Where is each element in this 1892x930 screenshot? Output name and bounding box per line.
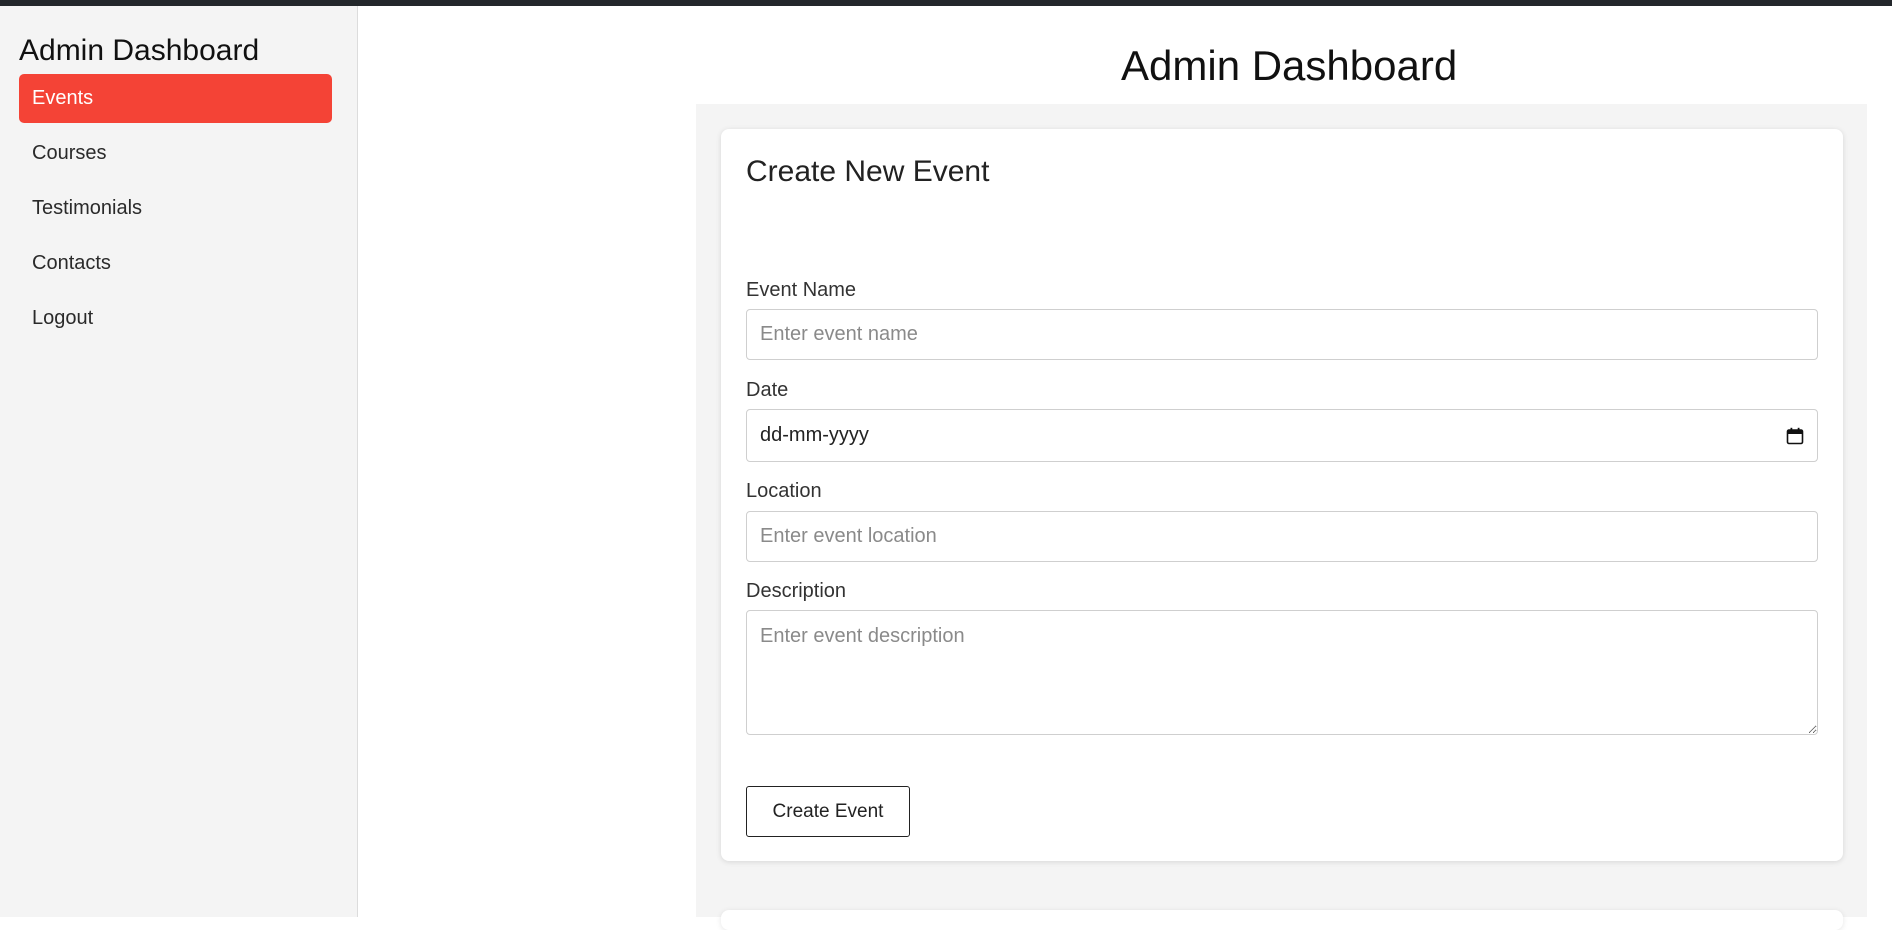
- date-label: Date: [746, 379, 789, 401]
- date-value: dd-mm-yyyy: [760, 424, 869, 446]
- sidebar-item-courses[interactable]: Courses: [19, 129, 332, 178]
- sidebar-item-logout[interactable]: Logout: [19, 294, 332, 343]
- card-title: Create New Event: [746, 155, 990, 188]
- description-label: Description: [746, 580, 847, 602]
- location-label: Location: [746, 480, 822, 502]
- sidebar-item-testimonials[interactable]: Testimonials: [19, 184, 332, 233]
- page-title: Admin Dashboard: [1121, 42, 1458, 89]
- location-input[interactable]: [746, 511, 1818, 562]
- event-name-input[interactable]: [746, 309, 1818, 360]
- sidebar-nav: Events Courses Testimonials Contacts Log…: [19, 74, 332, 349]
- date-input[interactable]: dd-mm-yyyy: [746, 409, 1818, 462]
- description-textarea[interactable]: [746, 610, 1818, 735]
- create-event-card: Create New Event Event Name Date dd-mm-y…: [721, 129, 1843, 861]
- create-event-button[interactable]: Create Event: [746, 786, 910, 837]
- sidebar-item-events[interactable]: Events: [19, 74, 332, 123]
- event-name-label: Event Name: [746, 279, 857, 301]
- sidebar-title: Admin Dashboard: [19, 34, 260, 67]
- calendar-icon[interactable]: [1786, 427, 1804, 445]
- sidebar: Admin Dashboard Events Courses Testimoni…: [0, 6, 358, 917]
- second-card: [721, 910, 1843, 930]
- sidebar-item-contacts[interactable]: Contacts: [19, 239, 332, 288]
